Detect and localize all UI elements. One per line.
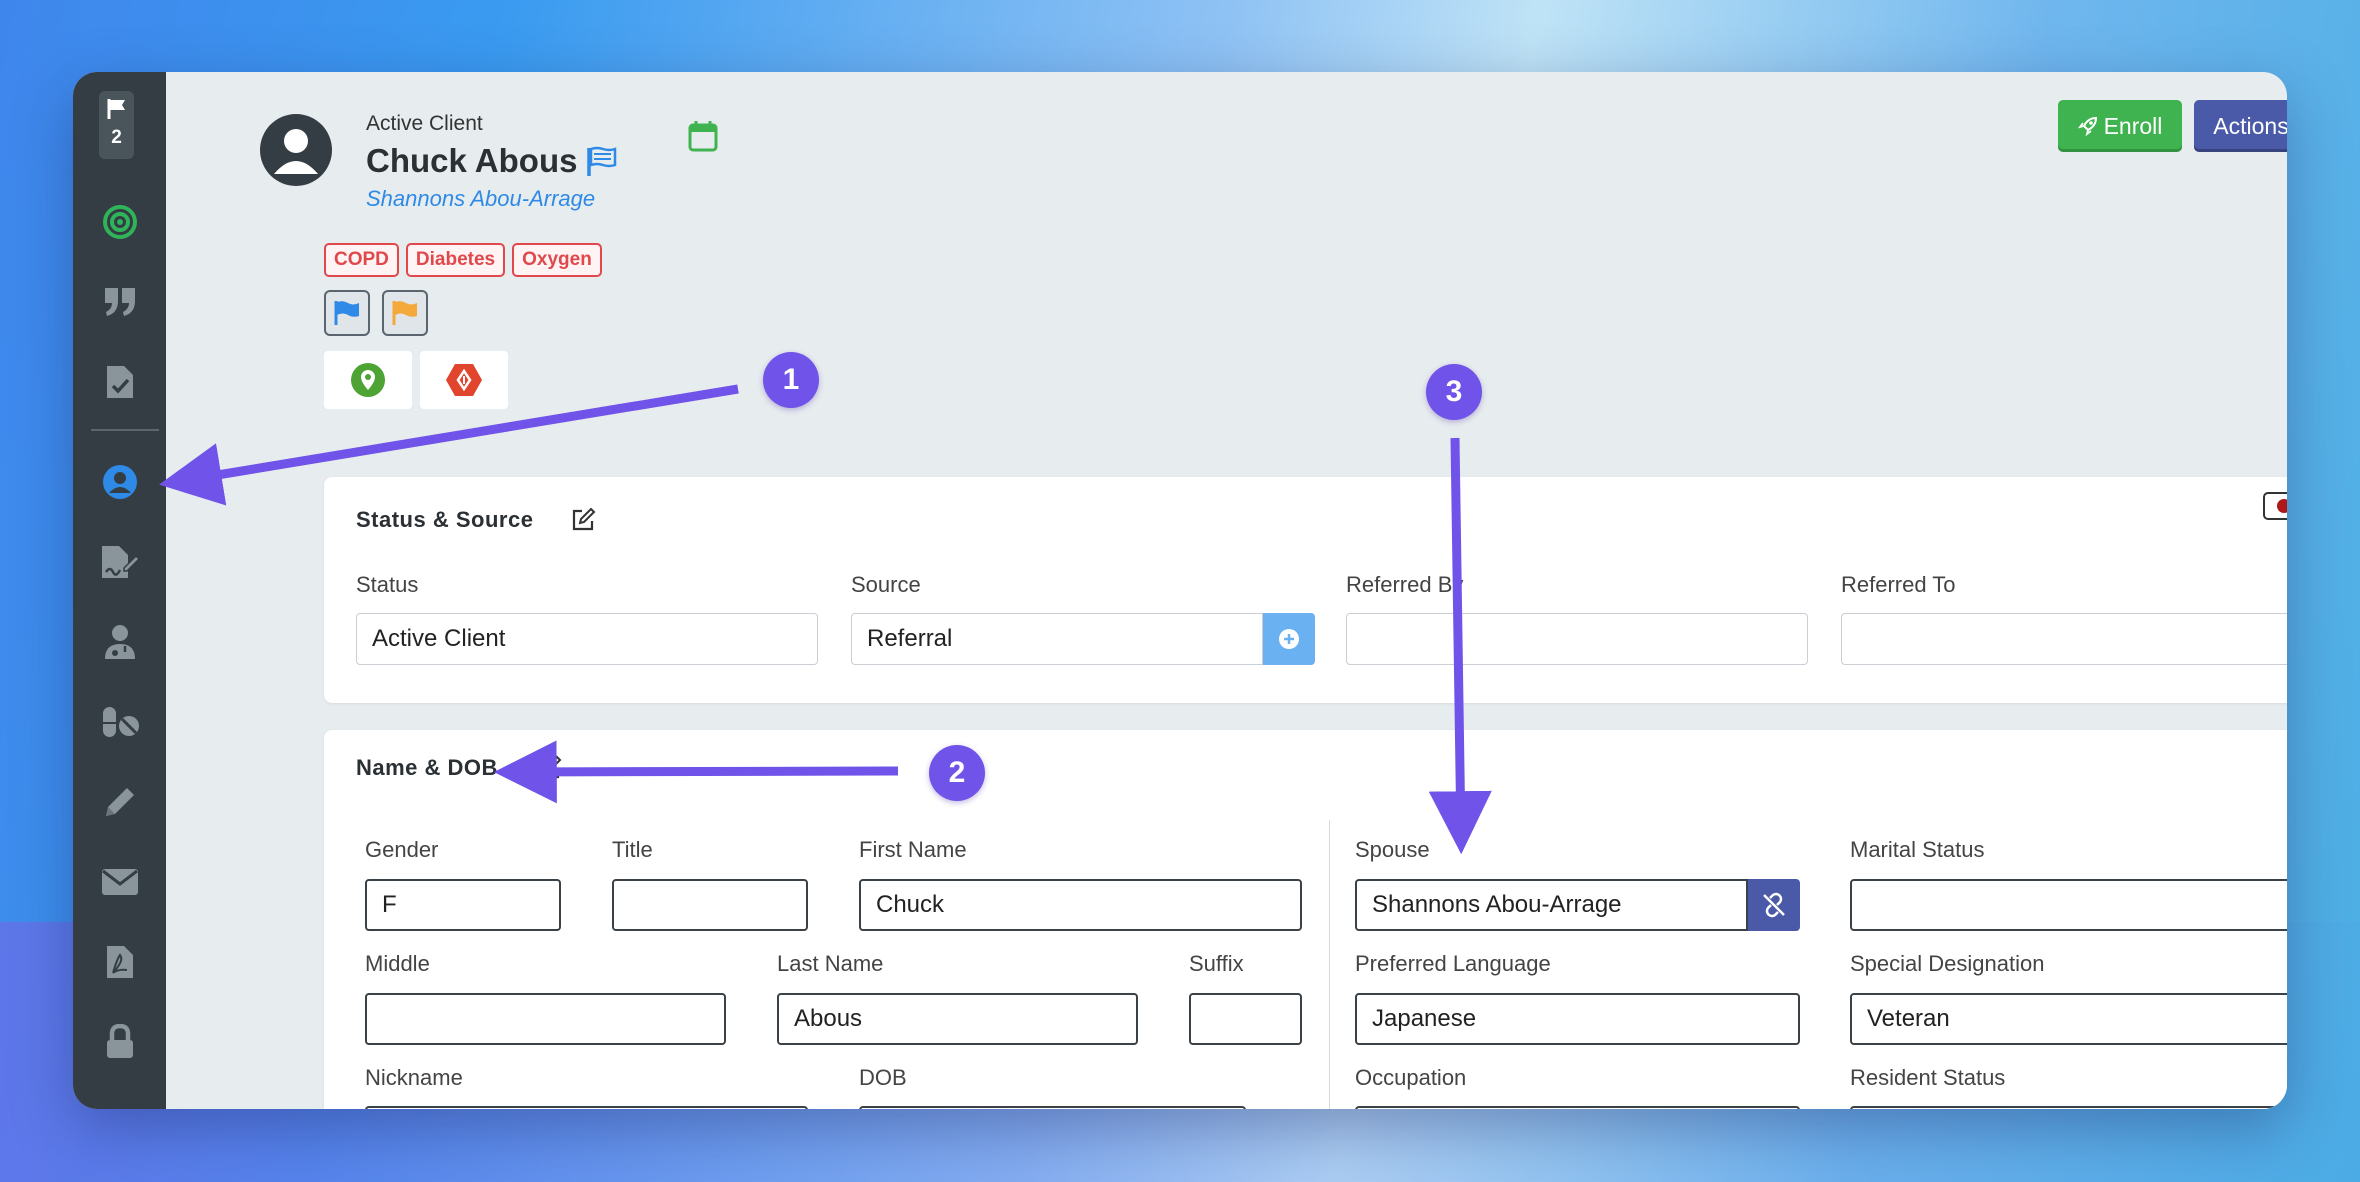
annotation-badge-2: 2 <box>929 745 985 801</box>
annotation-arrow-2 <box>493 740 899 804</box>
annotation-arrow-3 <box>1428 437 1492 855</box>
annotation-arrows <box>159 384 1492 855</box>
annotation-badge-1: 1 <box>763 352 819 408</box>
annotation-arrow-1 <box>159 384 739 506</box>
annotation-badge-3: 3 <box>1426 364 1482 420</box>
